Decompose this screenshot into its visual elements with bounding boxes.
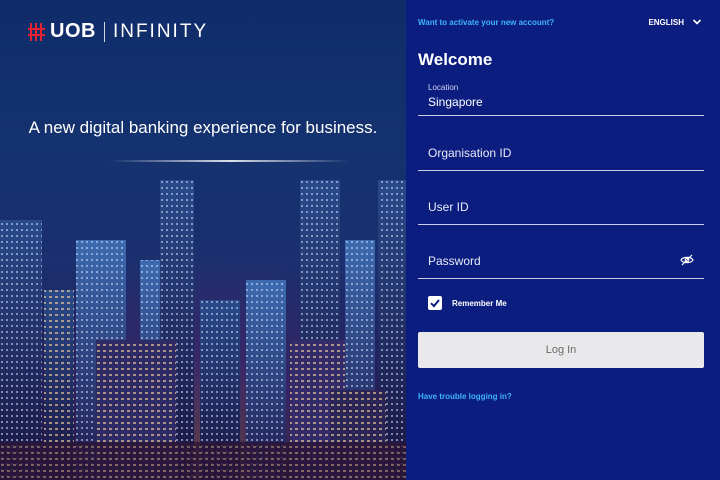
- language-label: ENGLISH: [648, 17, 684, 27]
- user-id-input[interactable]: [428, 200, 678, 214]
- password-input[interactable]: [428, 254, 678, 268]
- tagline-divider: [110, 160, 350, 162]
- eye-slash-icon[interactable]: [680, 254, 694, 266]
- uob-infinity-logo: UOB INFINITY: [28, 20, 208, 43]
- location-field[interactable]: Location Singapore: [418, 83, 704, 116]
- location-label: Location: [428, 83, 459, 92]
- password-field[interactable]: [418, 248, 704, 279]
- logo-divider: [103, 21, 105, 42]
- brand-name: UOB: [50, 20, 96, 42]
- language-selector[interactable]: ENGLISH: [648, 17, 702, 27]
- remember-me-label: Remember Me: [452, 298, 507, 308]
- hero-tagline: A new digital banking experience for bus…: [28, 118, 378, 137]
- login-panel: Want to activate your new account? ENGLI…: [406, 0, 720, 480]
- welcome-heading: Welcome: [418, 50, 493, 69]
- hero-image: UOB INFINITY A new digital banking exper…: [0, 0, 406, 480]
- chevron-down-icon: [692, 19, 702, 25]
- city-skyline-illustration: [0, 180, 406, 480]
- location-value: Singapore: [428, 95, 483, 109]
- remember-me-checkbox[interactable]: [428, 296, 442, 310]
- trouble-logging-in-link[interactable]: Have trouble logging in?: [418, 392, 512, 401]
- checkmark-icon: [430, 299, 440, 308]
- login-button[interactable]: Log In: [418, 332, 704, 368]
- activate-account-link[interactable]: Want to activate your new account?: [418, 18, 554, 27]
- organisation-id-input[interactable]: [428, 146, 678, 160]
- remember-me-option[interactable]: Remember Me: [428, 296, 507, 310]
- user-id-field[interactable]: [418, 194, 704, 225]
- organisation-id-field[interactable]: [418, 140, 704, 171]
- uob-logo-mark-icon: [28, 22, 46, 41]
- product-name: INFINITY: [112, 20, 209, 42]
